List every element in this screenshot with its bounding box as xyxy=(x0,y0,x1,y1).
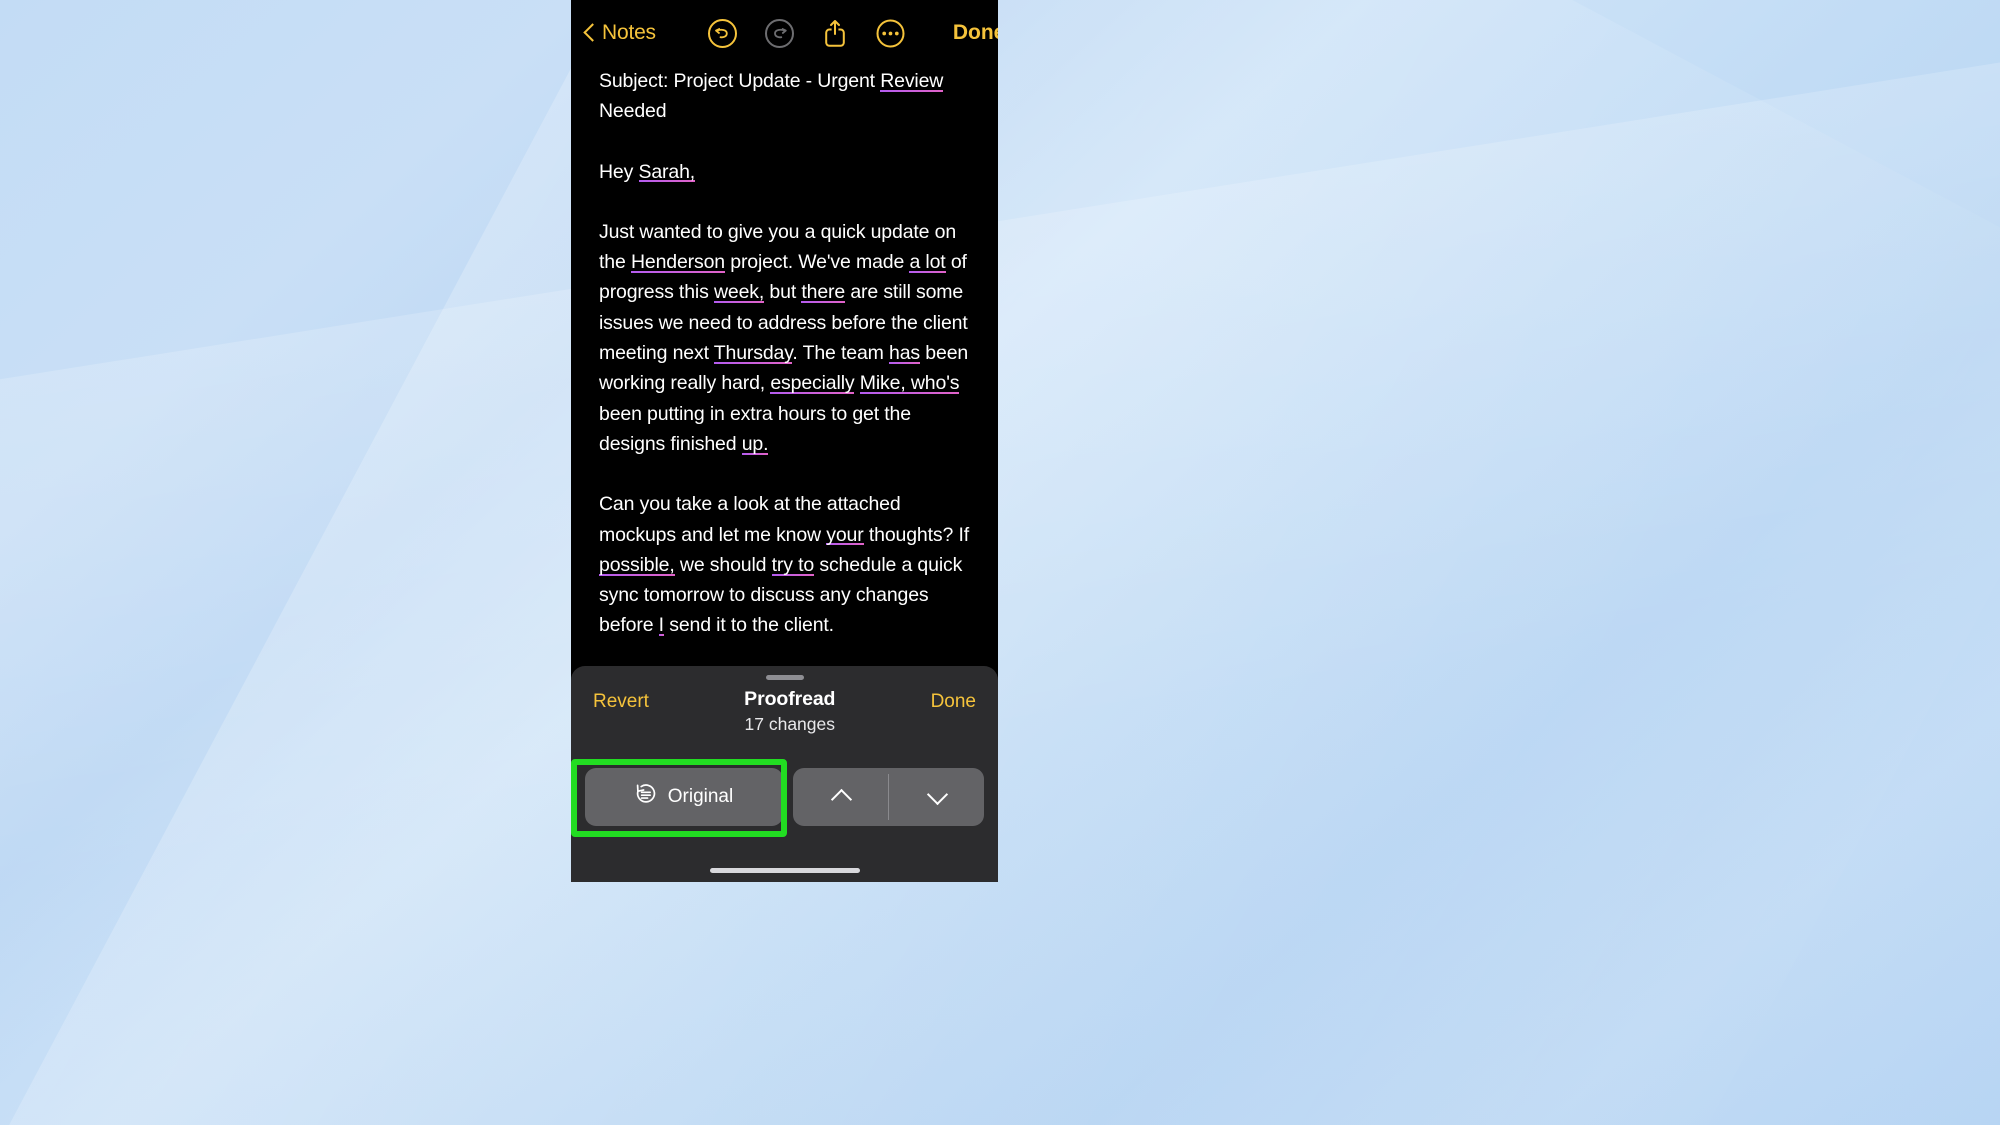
proofread-suggestion[interactable]: your xyxy=(826,523,864,547)
note-line: before I send it to the client. xyxy=(599,610,970,640)
note-text-run: we should xyxy=(674,553,772,576)
share-up-arrow-icon[interactable] xyxy=(822,18,848,48)
note-line: sync tomorrow to discuss any changes xyxy=(599,580,970,610)
proofread-suggestion[interactable]: possible, xyxy=(599,553,675,577)
note-text-run: before xyxy=(599,614,659,637)
note-line: designs finished up. xyxy=(599,429,970,459)
note-text-run: working really hard, xyxy=(599,372,771,395)
proofread-suggestion[interactable]: try to xyxy=(771,553,814,577)
back-button-label: Notes xyxy=(602,21,656,44)
proofread-title-block: Proofread 17 changes xyxy=(649,688,931,735)
phone-screen: 30 October Notes xyxy=(571,0,998,882)
back-to-notes-button[interactable]: Notes xyxy=(583,21,656,45)
proofread-title: Proofread xyxy=(744,688,836,710)
proofread-suggestion[interactable]: especially xyxy=(770,372,855,396)
note-line: issues we need to address before the cli… xyxy=(599,308,970,338)
note-text-run: are still some xyxy=(845,281,964,304)
proofread-suggestion[interactable]: there xyxy=(801,281,845,305)
note-text-run: schedule a quick xyxy=(814,553,963,576)
paragraph-spacer xyxy=(599,127,970,157)
proofread-suggestion[interactable]: a lot xyxy=(909,251,946,275)
note-line: working really hard, especially Mike, wh… xyxy=(599,368,970,398)
note-text-run: Hey xyxy=(599,160,639,183)
revert-button[interactable]: Revert xyxy=(593,688,649,713)
note-line: Subject: Project Update - Urgent Review xyxy=(599,66,970,96)
note-line: the Henderson project. We've made a lot … xyxy=(599,247,970,277)
note-text-run: . The team xyxy=(792,342,890,365)
original-button[interactable]: Original xyxy=(585,768,783,826)
note-text-run: been putting in extra hours to get the xyxy=(599,402,911,425)
note-text-run: the xyxy=(599,251,631,274)
proofread-suggestion[interactable]: Mike, who's xyxy=(859,372,960,396)
note-text-run: of xyxy=(945,251,967,274)
done-button-sheet[interactable]: Done xyxy=(931,688,976,713)
note-text-run: Can you take a look at the attached xyxy=(599,493,901,516)
note-text-run: been xyxy=(920,342,969,365)
undo-circle-icon[interactable] xyxy=(707,18,737,48)
change-navigation-group xyxy=(793,768,984,826)
original-text-revert-icon xyxy=(635,783,657,811)
wallpaper-highlight-band xyxy=(0,55,2000,945)
proofread-suggestion[interactable]: Thursday xyxy=(713,342,793,366)
done-button-top[interactable]: Done xyxy=(953,21,998,45)
desktop-wallpaper: 30 October Notes xyxy=(0,0,2000,1125)
previous-change-button[interactable] xyxy=(793,768,888,826)
note-line: meeting next Thursday. The team has been xyxy=(599,338,970,368)
redo-circle-icon[interactable] xyxy=(764,18,794,48)
proofread-suggestion[interactable]: up. xyxy=(741,432,769,456)
note-text-run: meeting next xyxy=(599,342,714,365)
proofread-changes-count: 17 changes xyxy=(744,714,836,734)
proofread-sheet-header: Revert Proofread 17 changes Done xyxy=(571,688,998,750)
note-text-run: progress this xyxy=(599,281,714,304)
wallpaper-shadow-band xyxy=(0,550,2000,1125)
proofread-suggestion[interactable]: Sarah, xyxy=(638,160,695,184)
sheet-drag-handle[interactable] xyxy=(765,675,804,680)
proofread-controls-row: Original xyxy=(571,768,998,826)
proofread-suggestion[interactable]: week, xyxy=(713,281,764,305)
paragraph-spacer xyxy=(599,187,970,217)
note-line: possible, we should try to schedule a qu… xyxy=(599,550,970,580)
note-text-run: Needed xyxy=(599,100,667,123)
proofread-suggestion[interactable]: has xyxy=(889,342,920,366)
note-line: been putting in extra hours to get the xyxy=(599,399,970,429)
paragraph-spacer xyxy=(599,459,970,489)
wallpaper-light-band xyxy=(0,0,2000,1125)
original-button-label: Original xyxy=(667,786,734,807)
note-line: Needed xyxy=(599,96,970,126)
note-text-content[interactable]: Subject: Project Update - Urgent Review N… xyxy=(571,66,998,666)
note-line: progress this week, but there are still … xyxy=(599,277,970,307)
chevron-up-icon xyxy=(831,787,851,807)
note-line: mockups and let me know your thoughts? I… xyxy=(599,520,970,550)
note-text-run: Just wanted to give you a quick update o… xyxy=(599,220,957,243)
note-line: Hey Sarah, xyxy=(599,157,970,187)
chevron-left-icon xyxy=(583,22,597,44)
ellipsis-circle-icon[interactable] xyxy=(876,19,905,48)
note-toolbar: Notes Don xyxy=(571,0,998,66)
next-change-button[interactable] xyxy=(889,768,984,826)
note-text-run: Subject: Project Update - Urgent xyxy=(599,70,881,92)
note-text-run: sync tomorrow to discuss any changes xyxy=(599,584,929,607)
proofread-suggestion[interactable]: Review xyxy=(880,70,943,93)
note-text-run: mockups and let me know xyxy=(599,523,827,546)
note-text-run: but xyxy=(764,281,802,304)
note-line: Just wanted to give you a quick update o… xyxy=(599,217,970,247)
proofread-sheet: Revert Proofread 17 changes Done Origina… xyxy=(571,666,998,882)
chevron-down-icon xyxy=(927,787,947,807)
note-text-run: thoughts? If xyxy=(863,523,969,546)
note-text-run xyxy=(854,372,859,394)
note-text-run: designs finished xyxy=(599,432,742,455)
home-indicator xyxy=(709,868,860,873)
toolbar-icon-group: Done xyxy=(707,18,998,48)
note-text-run: send it to the client. xyxy=(663,614,834,637)
proofread-suggestion[interactable]: Henderson xyxy=(630,251,725,275)
note-line: Can you take a look at the attached xyxy=(599,489,970,519)
note-text-run: issues we need to address before the cli… xyxy=(599,311,968,334)
note-text-run: project. We've made xyxy=(724,251,910,274)
